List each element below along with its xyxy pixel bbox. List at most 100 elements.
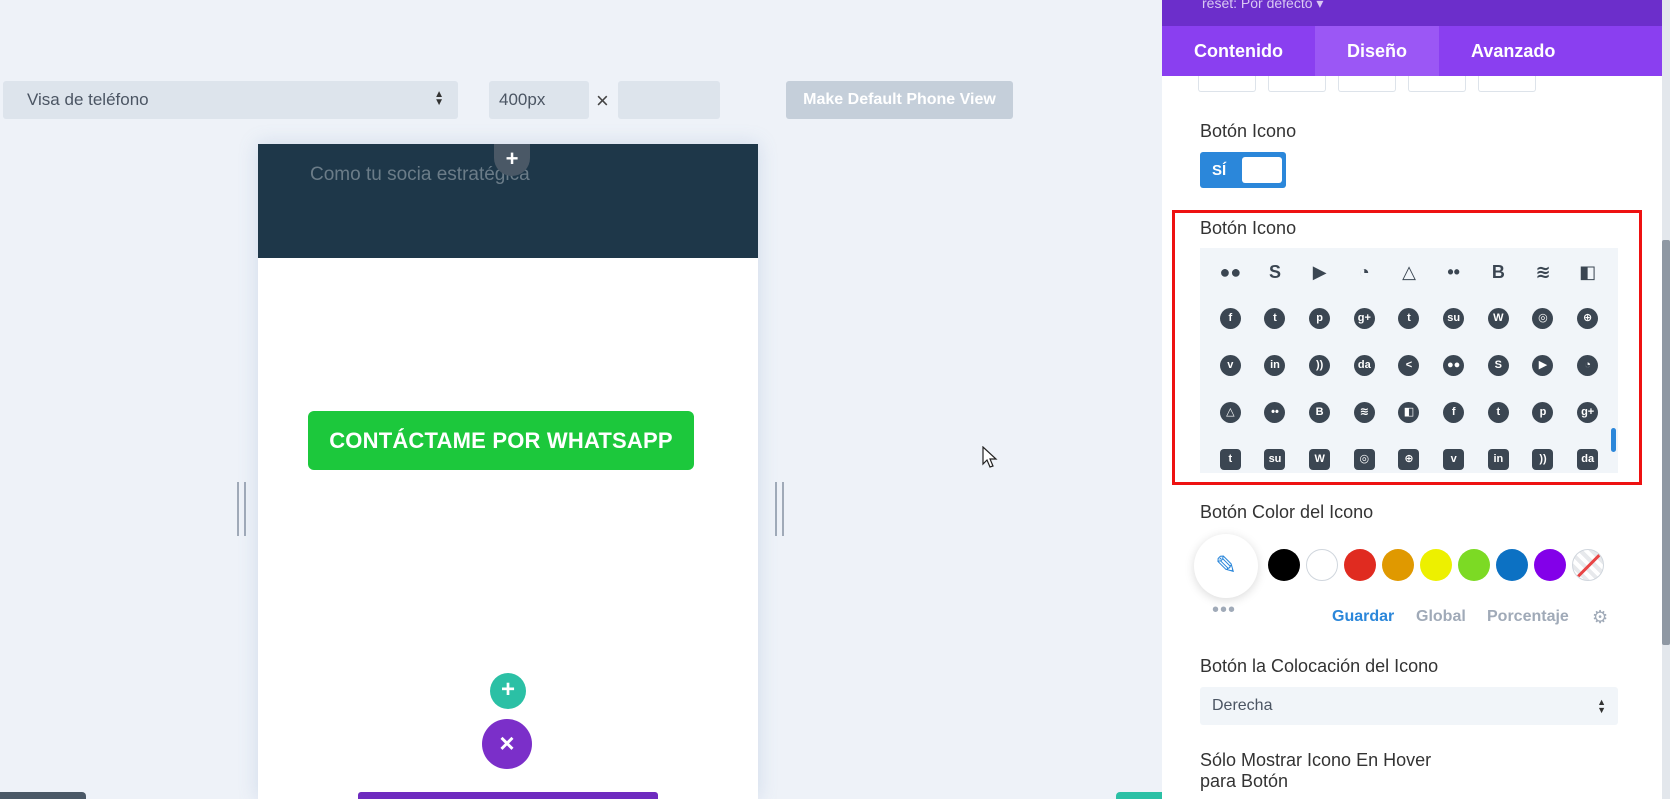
icon-placement-select[interactable]: Derecha ▲ ▼ — [1200, 687, 1618, 725]
google-drive-icon-option[interactable]: △ — [1208, 389, 1253, 436]
myspace-icon-option[interactable]: ●● — [1208, 248, 1253, 295]
picasa-icon-option[interactable]: ◔ — [1342, 248, 1387, 295]
color-swatch[interactable] — [1344, 549, 1376, 581]
mouse-cursor-icon — [982, 446, 998, 468]
more-colors-button[interactable]: ••• — [1212, 599, 1236, 622]
dribbble-icon: ⊕ — [1398, 449, 1420, 470]
section-toolbar-bar[interactable] — [358, 792, 658, 799]
text-style-button[interactable] — [1268, 76, 1326, 92]
bottom-left-toolbar[interactable] — [0, 792, 86, 799]
flickr-icon-option[interactable]: •• — [1431, 248, 1476, 295]
twitter-icon-option[interactable]: t — [1476, 389, 1521, 436]
facebook-icon-option[interactable]: f — [1431, 389, 1476, 436]
stumbleupon-icon-option[interactable]: su — [1253, 436, 1298, 473]
color-swatch[interactable] — [1306, 549, 1338, 581]
stumbleupon-icon-option[interactable]: su — [1431, 295, 1476, 342]
eyedropper-icon[interactable]: ✎ — [1194, 534, 1258, 598]
add-module-button[interactable]: + — [490, 673, 526, 709]
skype-icon-option[interactable]: S — [1253, 248, 1298, 295]
delicious-icon: ◧ — [1398, 402, 1420, 423]
vimeo-icon-option[interactable]: v — [1431, 436, 1476, 473]
twitter-icon-option[interactable]: t — [1253, 295, 1298, 342]
select-arrows-icon: ▲ ▼ — [434, 89, 444, 108]
pinterest-icon: p — [1532, 402, 1554, 423]
deviantart-icon-option[interactable]: da — [1342, 342, 1387, 389]
instagram-icon: ◎ — [1532, 308, 1554, 329]
preset-bar[interactable]: reset: Por defecto ▾ — [1162, 0, 1662, 26]
color-swatch[interactable] — [1496, 549, 1528, 581]
dribbble-icon-option[interactable]: ⊕ — [1387, 436, 1432, 473]
text-style-buttons — [1198, 76, 1536, 92]
height-input[interactable] — [618, 81, 720, 119]
vimeo-icon-option[interactable]: v — [1208, 342, 1253, 389]
spotify-icon-option[interactable]: ≋ — [1342, 389, 1387, 436]
text-style-button[interactable] — [1198, 76, 1256, 92]
picasa-icon-option[interactable]: ◔ — [1565, 342, 1610, 389]
youtube-icon-option[interactable]: ▶ — [1521, 342, 1566, 389]
icon-color-label: Botón Color del Icono — [1200, 502, 1374, 522]
skype-icon-option[interactable]: S — [1476, 342, 1521, 389]
blogger-icon-option[interactable]: B — [1297, 389, 1342, 436]
youtube-icon-option[interactable]: ▶ — [1297, 248, 1342, 295]
flickr-icon-option[interactable]: •• — [1253, 389, 1298, 436]
facebook-icon-option[interactable]: f — [1208, 295, 1253, 342]
make-default-phone-view-button[interactable]: Make Default Phone View — [786, 81, 1013, 119]
left-resize-handle[interactable] — [237, 482, 246, 536]
color-swatch[interactable] — [1458, 549, 1490, 581]
close-builder-button[interactable]: × — [482, 719, 532, 769]
spotify-icon-option[interactable]: ≋ — [1521, 248, 1566, 295]
instagram-icon-option[interactable]: ◎ — [1342, 436, 1387, 473]
global-color-button[interactable]: Global — [1416, 608, 1466, 626]
pinterest-icon: p — [1309, 308, 1331, 329]
google-plus-icon-option[interactable]: g+ — [1565, 389, 1610, 436]
tumblr-icon-option[interactable]: t — [1387, 295, 1432, 342]
myspace-icon-option[interactable]: ●● — [1431, 342, 1476, 389]
hover-only-label-line2: para Botón — [1200, 771, 1289, 791]
right-resize-handle[interactable] — [775, 482, 784, 536]
pinterest-icon-option[interactable]: p — [1297, 295, 1342, 342]
dribbble-icon-option[interactable]: ⊕ — [1565, 295, 1610, 342]
bottom-right-toolbar[interactable] — [1116, 792, 1162, 799]
color-swatch[interactable] — [1534, 549, 1566, 581]
linkedin-icon-option[interactable]: in — [1253, 342, 1298, 389]
blogger-icon: B — [1491, 261, 1505, 282]
rss-icon-option[interactable]: )) — [1521, 436, 1566, 473]
width-input[interactable]: 400px — [489, 81, 589, 119]
text-style-button[interactable] — [1408, 76, 1466, 92]
blogger-icon-option[interactable]: B — [1476, 248, 1521, 295]
color-swatch[interactable] — [1420, 549, 1452, 581]
linkedin-icon-option[interactable]: in — [1476, 436, 1521, 473]
text-style-button[interactable] — [1338, 76, 1396, 92]
text-style-button[interactable] — [1478, 76, 1536, 92]
percent-color-button[interactable]: Porcentaje — [1487, 608, 1569, 626]
google-plus-icon-option[interactable]: g+ — [1342, 295, 1387, 342]
google-drive-icon-option[interactable]: △ — [1387, 248, 1432, 295]
icon-grid-scrollbar[interactable] — [1611, 428, 1616, 452]
instagram-icon-option[interactable]: ◎ — [1521, 295, 1566, 342]
delicious-icon-option[interactable]: ◧ — [1565, 248, 1610, 295]
tumblr-icon-option[interactable]: t — [1208, 436, 1253, 473]
color-swatch[interactable] — [1382, 549, 1414, 581]
rss-icon-option[interactable]: )) — [1297, 342, 1342, 389]
wordpress-icon-option[interactable]: W — [1297, 436, 1342, 473]
rss-icon: )) — [1532, 449, 1554, 470]
tab-diseno[interactable]: Diseño — [1314, 26, 1439, 76]
gear-icon[interactable]: ⚙ — [1592, 607, 1608, 628]
tab-avanzado[interactable]: Avanzado — [1439, 26, 1587, 76]
save-color-button[interactable]: Guardar — [1332, 608, 1394, 626]
tab-contenido[interactable]: Contenido — [1162, 26, 1315, 76]
button-icon-toggle[interactable]: SÍ — [1200, 152, 1286, 188]
stumbleupon-icon: su — [1443, 308, 1465, 329]
color-swatch[interactable] — [1268, 549, 1300, 581]
wordpress-icon-option[interactable]: W — [1476, 295, 1521, 342]
delicious-icon-option[interactable]: ◧ — [1387, 389, 1432, 436]
view-select[interactable]: Visa de teléfono ▲ ▼ — [3, 81, 458, 119]
panel-scrollbar-thumb[interactable] — [1662, 240, 1670, 645]
share-icon-option[interactable]: < — [1387, 342, 1432, 389]
deviantart-icon: da — [1577, 449, 1599, 470]
no-color-swatch[interactable] — [1572, 549, 1604, 581]
pinterest-icon-option[interactable]: p — [1521, 389, 1566, 436]
whatsapp-contact-button[interactable]: CONTÁCTAME POR WHATSAPP — [308, 411, 694, 470]
deviantart-icon-option[interactable]: da — [1565, 436, 1610, 473]
view-select-value: Visa de teléfono — [27, 90, 149, 109]
